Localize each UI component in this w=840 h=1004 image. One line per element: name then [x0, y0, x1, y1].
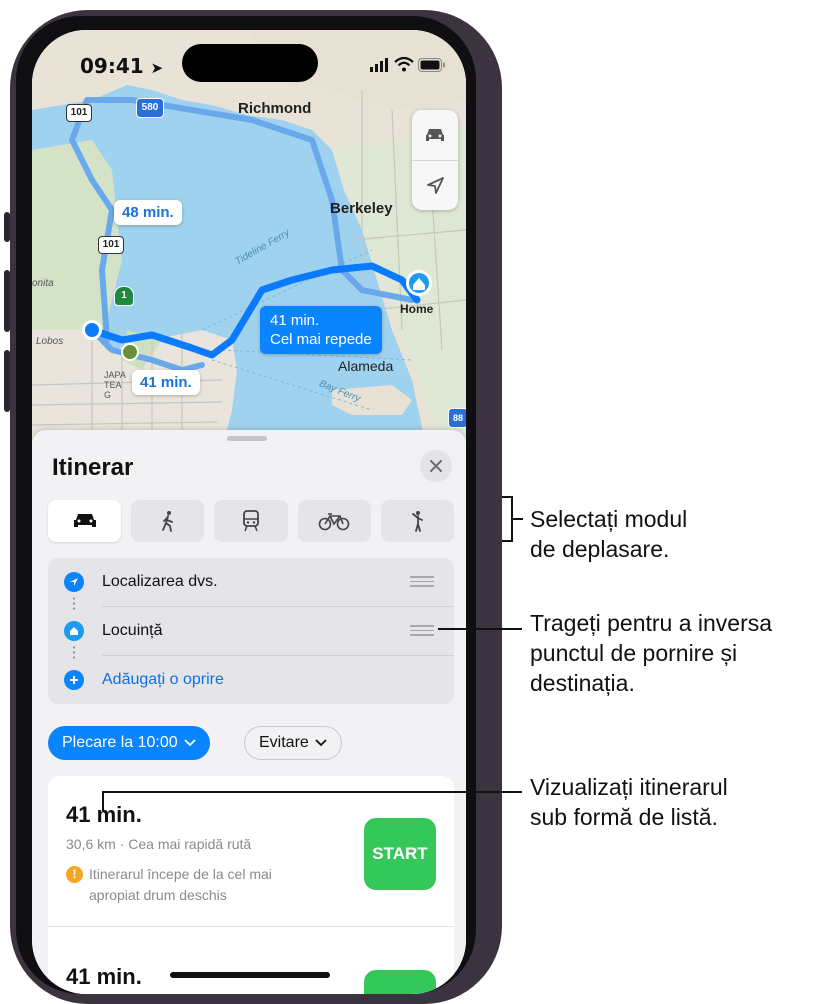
leader-list	[102, 791, 104, 811]
shield-101-mid: 101	[98, 236, 124, 254]
stop-label: Localizarea dvs.	[102, 573, 218, 590]
map-label-lobos: Lobos	[36, 336, 64, 347]
map-label-richmond: Richmond	[238, 100, 312, 117]
drag-handle-icon[interactable]	[410, 625, 434, 636]
route-callout-selected-label: Cel mai repede	[270, 331, 372, 348]
car-icon	[73, 514, 96, 527]
home-icon	[64, 621, 84, 641]
directions-sheet: Itinerar Localizarea dvs. Locuință Adăug…	[32, 430, 466, 994]
route-option[interactable]: 41 min. 30,6 km · Cea mai rapidă rută ! …	[48, 776, 454, 926]
map-label-onita: onita	[32, 278, 54, 289]
mode-cycle[interactable]	[297, 500, 371, 542]
divider	[48, 926, 454, 927]
bicycle-icon	[318, 513, 350, 531]
map-label-berkeley: Berkeley	[330, 200, 393, 217]
stop-label: Locuință	[102, 622, 163, 639]
bracket-mode	[502, 540, 511, 542]
map-label-japan-tea: JAPA TEA G	[104, 370, 126, 400]
transit-icon	[243, 510, 259, 532]
depart-time-button[interactable]: Plecare la 10:00	[48, 726, 210, 760]
map-label-alameda: Alameda	[338, 358, 394, 374]
rideshare-icon	[412, 511, 424, 532]
route-callout-41[interactable]: 41 min.	[132, 370, 200, 395]
map-controls	[412, 110, 458, 210]
stop-current-location[interactable]: Localizarea dvs.	[48, 558, 454, 606]
map-label-home: Home	[400, 302, 434, 316]
chevron-down-icon	[315, 739, 327, 747]
annotation-mode: Selectați modul de deplasare.	[530, 506, 688, 562]
route-warning: ! Itinerarul începe de la cel mai apropi…	[66, 864, 316, 906]
location-arrow-icon	[427, 177, 444, 194]
close-button[interactable]	[420, 450, 452, 482]
plus-icon	[64, 670, 84, 690]
close-icon	[430, 460, 442, 472]
location-arrow-icon	[64, 572, 84, 592]
mode-rideshare[interactable]	[380, 500, 455, 542]
status-bar: 09:41 ➤	[32, 30, 466, 90]
avoid-label: Evitare	[259, 734, 309, 751]
shield-880: 88	[448, 408, 466, 428]
mode-walk[interactable]	[131, 500, 205, 542]
annotation-drag: Trageți pentru a inversa punctul de porn…	[530, 610, 773, 696]
leader-list	[102, 791, 522, 793]
walk-icon	[161, 511, 173, 532]
route-callout-selected[interactable]: 41 min. Cel mai repede	[260, 306, 382, 354]
car-view-button[interactable]	[412, 110, 458, 160]
car-icon	[426, 129, 444, 141]
wifi-icon	[394, 57, 414, 72]
warning-icon: !	[66, 866, 83, 883]
add-stop-button[interactable]: Adăugați o oprire	[48, 656, 454, 704]
route-callout-48[interactable]: 48 min.	[114, 200, 182, 225]
start-button[interactable]: START	[364, 818, 436, 890]
shield-580: 580	[136, 98, 164, 118]
stop-home[interactable]: Locuință	[48, 607, 454, 655]
phone-screen: 101 580 101 1 88 Richmond Berkeley Alame…	[32, 30, 466, 994]
add-stop-label: Adăugați o oprire	[102, 671, 224, 688]
depart-time-label: Plecare la 10:00	[62, 734, 178, 751]
shield-101-top: 101	[66, 104, 92, 122]
map-view[interactable]: 101 580 101 1 88 Richmond Berkeley Alame…	[32, 30, 466, 450]
chevron-down-icon	[184, 739, 196, 747]
cellular-signal-icon	[370, 58, 388, 72]
status-time: 09:41 ➤	[80, 54, 164, 78]
annotation-list: Vizualizați itinerarul sub formă de list…	[530, 774, 728, 830]
location-button[interactable]	[412, 160, 458, 211]
start-button-2[interactable]	[364, 970, 436, 994]
location-services-icon: ➤	[150, 59, 164, 77]
leader-drag	[438, 628, 522, 630]
route-list: 41 min. 30,6 km · Cea mai rapidă rută ! …	[48, 776, 454, 994]
battery-icon	[418, 58, 445, 72]
route-details: 30,6 km · Cea mai rapidă rută	[66, 836, 252, 852]
mode-drive[interactable]	[48, 500, 122, 542]
route-stops: Localizarea dvs. Locuință Adăugați o opr…	[48, 558, 454, 704]
mode-transit[interactable]	[214, 500, 288, 542]
route-time-2[interactable]: 41 min.	[66, 964, 142, 990]
bracket-mode	[502, 496, 511, 498]
home-indicator[interactable]	[170, 972, 330, 978]
dynamic-island	[182, 44, 318, 82]
route-callout-selected-time: 41 min.	[270, 312, 320, 329]
leader-mode	[511, 518, 523, 520]
avoid-button[interactable]: Evitare	[244, 726, 342, 760]
sheet-title: Itinerar	[52, 454, 134, 481]
sheet-grabber[interactable]	[227, 436, 267, 441]
transport-mode-selector	[48, 500, 455, 542]
drag-handle-icon[interactable]	[410, 576, 434, 587]
shield-ca1: 1	[114, 286, 134, 306]
